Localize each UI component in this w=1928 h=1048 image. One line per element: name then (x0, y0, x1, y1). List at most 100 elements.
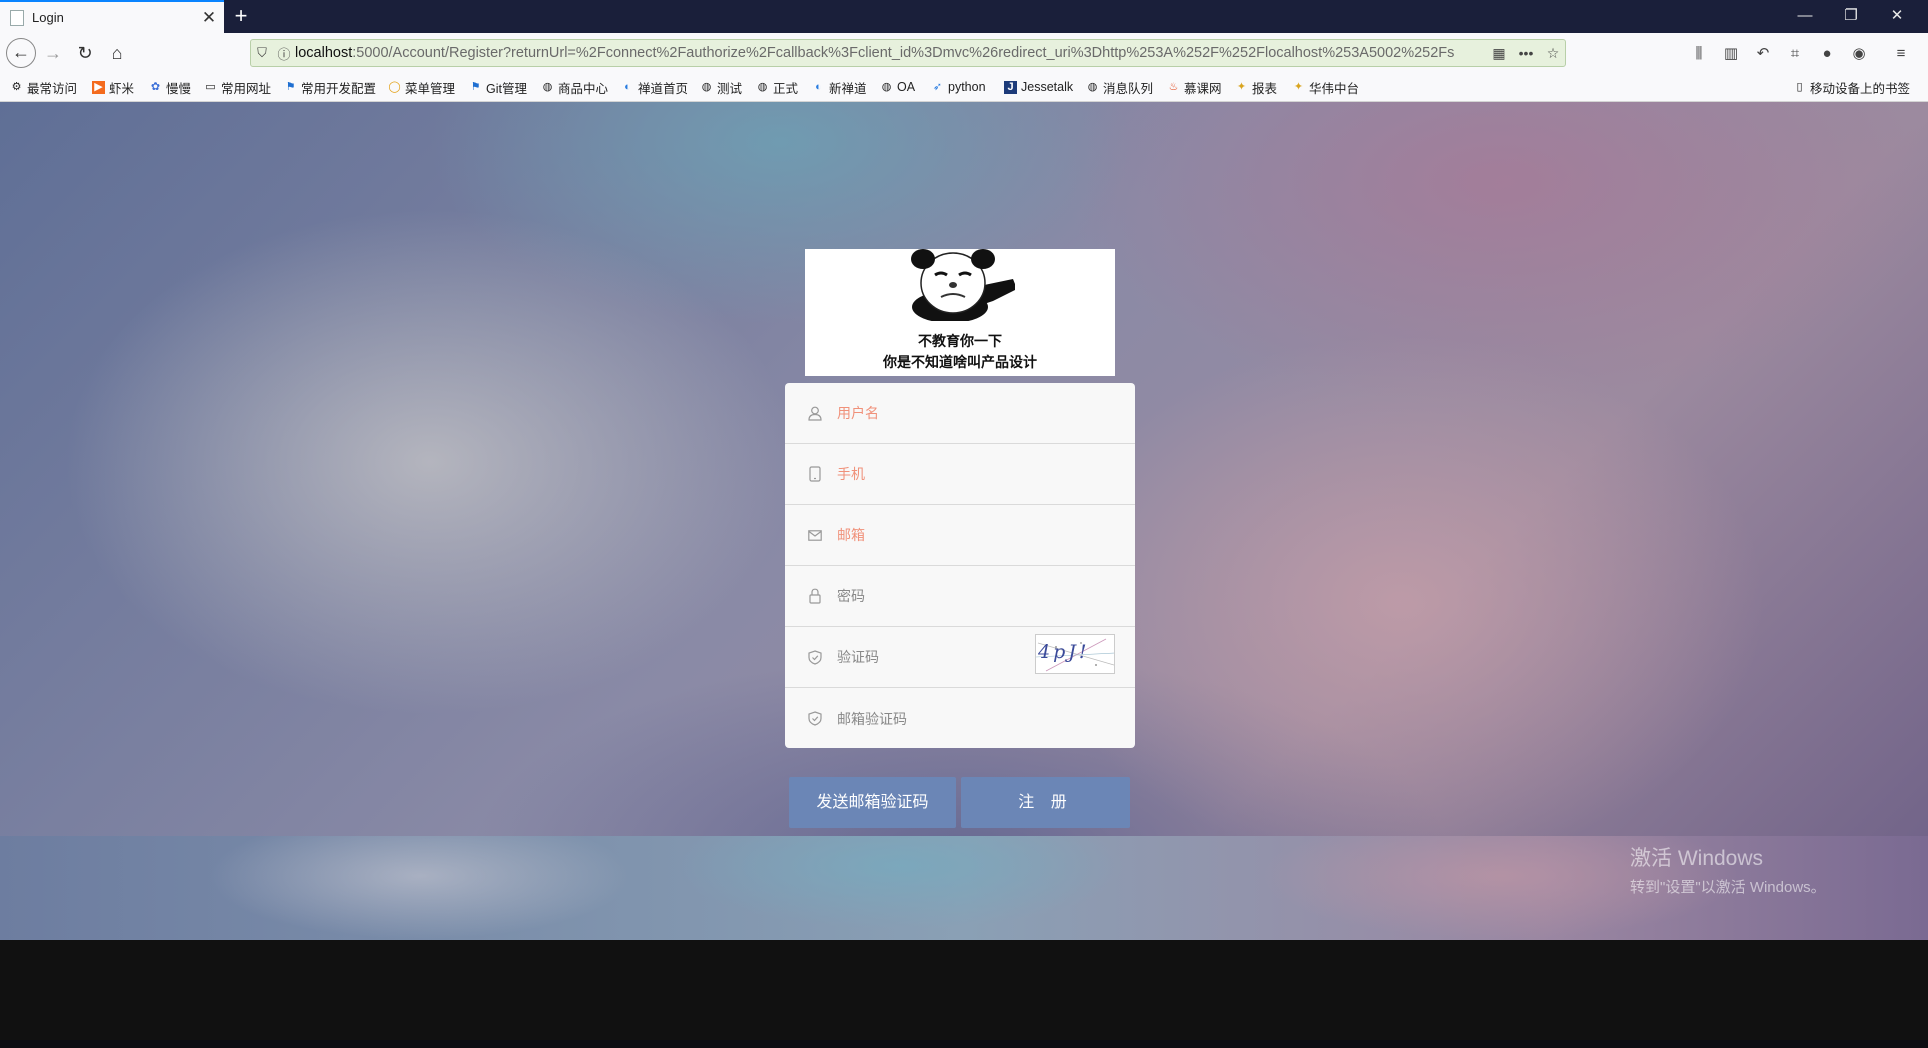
page-icon (10, 9, 24, 26)
bookmark-item[interactable]: ◍ 正式 (756, 73, 798, 101)
globe-icon: ◍ (701, 80, 712, 93)
bookmark-label: 虾米 (109, 81, 135, 96)
bookmark-folder[interactable]: ▭ 常用网址 (204, 73, 271, 101)
register-button[interactable]: 注 册 (961, 777, 1130, 828)
meme-caption-line2: 你是不知道啥叫产品设计 (883, 354, 1037, 370)
close-window-icon[interactable]: ✕ (1874, 0, 1920, 33)
bookmark-label: 华伟中台 (1309, 81, 1360, 96)
j-icon: J (1004, 80, 1017, 94)
bookmark-label: 商品中心 (558, 81, 609, 96)
url-text[interactable]: localhost:5000/Account/Register?returnUr… (295, 45, 1487, 61)
password-input[interactable] (835, 587, 1039, 605)
rocket-icon: ➶ (932, 80, 943, 93)
bookmark-item[interactable]: ⚑ Git管理 (469, 73, 527, 101)
bookmark-item[interactable]: ◐ 新禅道 (812, 73, 866, 101)
undo-icon[interactable]: ↶ (1750, 41, 1776, 67)
bookmark-star-icon[interactable]: ☆ (1541, 45, 1565, 62)
bookmark-item[interactable]: ✿ 慢慢 (149, 73, 191, 101)
globe-icon: ◍ (757, 80, 768, 93)
bookmark-item[interactable]: J Jessetalk (1004, 73, 1073, 101)
bookmark-item[interactable]: ♨ 慕课网 (1167, 73, 1222, 101)
home-button[interactable]: ⌂ (102, 38, 132, 68)
globe-icon: ◍ (1087, 80, 1098, 93)
mobile-bookmarks-label: 移动设备上的书签 (1809, 81, 1910, 96)
star-icon: ✦ (1236, 80, 1247, 93)
bookmark-item[interactable]: ⚑ 常用开发配置 (284, 73, 376, 101)
navigation-bar: ← → ↻ ⌂ ⛉ ⓘ localhost:5000/Account/Regis… (0, 33, 1928, 73)
bookmark-item[interactable]: ◐ 禅道首页 (621, 73, 688, 101)
fire-icon: ♨ (1168, 80, 1179, 93)
mobile-bookmarks[interactable]: ▯ 移动设备上的书签 (1793, 73, 1910, 101)
circle-icon: ◯ (388, 80, 401, 93)
bookmarks-bar: ⚙ 最常访问 ▶ 虾米 ✿ 慢慢 ▭ 常用网址 ⚑ 常用开发配置 ◯ 菜单管理 ⚑ Git管理… (0, 73, 1928, 102)
phone-icon (807, 466, 823, 482)
bookmark-label: Jessetalk (1021, 80, 1074, 94)
email-input[interactable] (835, 526, 1039, 544)
taskbar (0, 1040, 1928, 1048)
menu-icon[interactable]: ≡ (1888, 41, 1914, 67)
zentao-icon: ◐ (815, 80, 822, 93)
watermark-title: 激活 Windows (1630, 847, 1764, 870)
bookmark-item[interactable]: ◯ 菜单管理 (388, 73, 455, 101)
flag-icon: ⚑ (285, 80, 296, 93)
minimize-icon[interactable]: — (1782, 0, 1828, 33)
lock-icon (807, 588, 823, 604)
account-icon[interactable]: ◉ (1846, 41, 1872, 67)
bookmark-item[interactable]: ◍ 商品中心 (541, 73, 608, 101)
qr-code-icon[interactable]: ▦ (1487, 45, 1511, 62)
globe-icon: ◍ (881, 80, 892, 93)
email-code-input[interactable] (835, 709, 1039, 728)
screenshot-icon[interactable]: ⌗ (1782, 41, 1808, 67)
reload-button[interactable]: ↻ (70, 38, 100, 68)
phone-input[interactable] (835, 465, 1039, 483)
bookmark-item[interactable]: ✦ 华伟中台 (1292, 73, 1359, 101)
meme-caption-line1: 不教育你一下 (918, 333, 1002, 349)
restore-icon[interactable]: ❐ (1828, 0, 1874, 33)
library-icon[interactable]: ⫼ (1686, 41, 1712, 67)
windows-activation-watermark: 激活 Windows 转到"设置"以激活 Windows。 (1630, 842, 1826, 897)
forward-button[interactable]: → (38, 38, 68, 68)
page-actions-icon[interactable]: ••• (1511, 45, 1541, 61)
password-row (785, 566, 1135, 627)
captcha-input[interactable] (835, 648, 1039, 666)
bookmark-label: 测试 (717, 81, 743, 96)
bookmark-item[interactable]: ✦ 报表 (1235, 73, 1277, 101)
bookmark-item[interactable]: ⚙ 最常访问 (10, 73, 77, 101)
captcha-image[interactable]: 4pJ! (1035, 634, 1115, 674)
back-button[interactable]: ← (6, 38, 36, 68)
tab-bar: Login ✕ + — ❐ ✕ (0, 0, 1928, 33)
captcha-row: 4pJ! (785, 627, 1135, 688)
tab-title: Login (32, 10, 64, 25)
bookmark-label: 菜单管理 (405, 81, 456, 96)
mobile-icon: ▯ (1796, 80, 1803, 93)
bookmark-label: python (948, 80, 986, 94)
address-bar[interactable]: ⛉ ⓘ localhost:5000/Account/Register?retu… (250, 39, 1566, 67)
watermark-subtitle: 转到"设置"以激活 Windows。 (1630, 879, 1826, 896)
site-info-icon[interactable]: ⓘ (273, 44, 295, 63)
meme-image: 不教育你一下 你是不知道啥叫产品设计 (805, 249, 1115, 376)
user-icon (807, 405, 823, 421)
shield-icon (807, 711, 823, 727)
sidebar-icon[interactable]: ▥ (1718, 41, 1744, 67)
tracking-protection-icon[interactable]: ⛉ (251, 45, 273, 61)
phone-row (785, 444, 1135, 505)
bookmark-item[interactable]: ◍ 测试 (700, 73, 742, 101)
bookmark-label: 消息队列 (1103, 81, 1154, 96)
url-path: :5000/Account/Register?returnUrl=%2Fconn… (352, 45, 1455, 61)
tab-login[interactable]: Login ✕ (0, 0, 224, 33)
flag-icon: ⚑ (470, 80, 481, 93)
bookmark-label: 禅道首页 (638, 81, 689, 96)
username-input[interactable] (835, 404, 1039, 422)
zentao-icon: ◐ (624, 80, 631, 93)
bookmark-label: 慕课网 (1184, 81, 1222, 96)
panda-meme-icon (911, 249, 1015, 321)
send-email-code-button[interactable]: 发送邮箱验证码 (789, 777, 956, 828)
bookmark-item[interactable]: ▶ 虾米 (92, 73, 134, 101)
close-tab-icon[interactable]: ✕ (194, 8, 224, 28)
chat-icon[interactable]: ● (1814, 41, 1840, 67)
new-tab-button[interactable]: + (228, 0, 254, 33)
bookmark-item[interactable]: ◍ 消息队列 (1086, 73, 1153, 101)
bookmark-item[interactable]: ➶ python (931, 73, 986, 101)
bookmark-item[interactable]: ◍ OA (880, 73, 915, 101)
bookmark-label: 慢慢 (166, 81, 192, 96)
